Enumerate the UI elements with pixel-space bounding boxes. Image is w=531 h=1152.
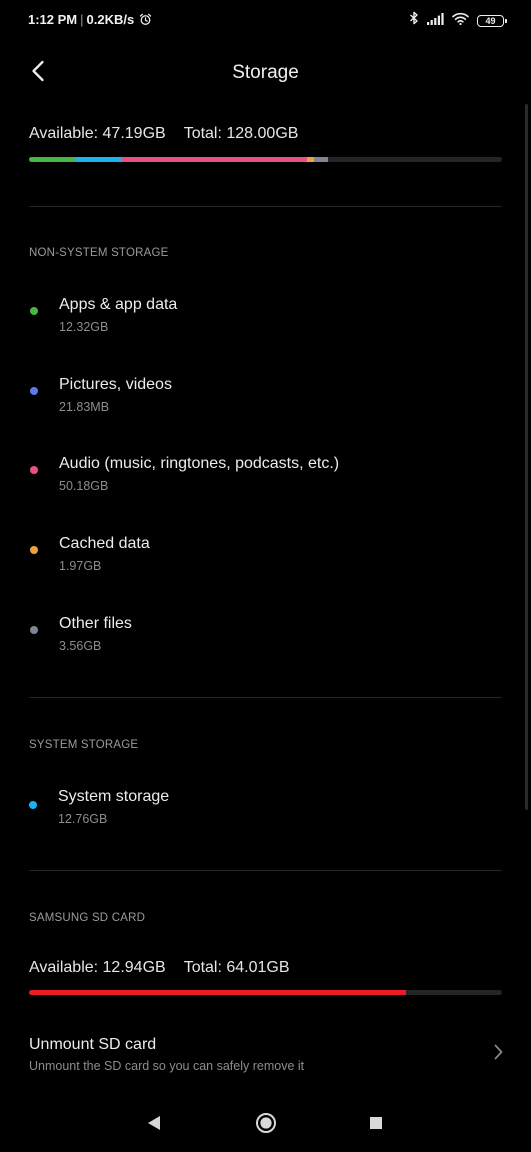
divider: [29, 697, 502, 698]
category-apps[interactable]: Apps & app data 12.32GB: [0, 290, 531, 350]
category-label: Apps & app data: [59, 296, 178, 313]
category-size: 12.32GB: [59, 320, 109, 334]
category-dot: [30, 307, 38, 315]
category-label: Cached data: [59, 535, 150, 552]
page-title: Storage: [232, 62, 299, 83]
battery-level: 49: [485, 15, 496, 26]
category-dot: [30, 546, 38, 554]
sd-card-used-segment: [29, 990, 407, 995]
battery-icon: 49: [477, 14, 507, 27]
status-separator: |: [80, 12, 84, 27]
chevron-right-icon: [494, 1044, 503, 1065]
status-left: 1:12 PM | 0.2KB/s: [28, 12, 152, 27]
category-size: 21.83MB: [59, 400, 110, 414]
unmount-title: Unmount SD card: [29, 1036, 157, 1053]
bluetooth-icon: [409, 11, 419, 30]
nav-recents-button[interactable]: [363, 1112, 389, 1138]
category-dot: [30, 466, 38, 474]
category-size: 3.56GB: [59, 639, 102, 653]
status-time: 1:12 PM: [28, 12, 78, 27]
status-bar: 1:12 PM | 0.2KB/s 49: [0, 0, 531, 40]
category-other-files[interactable]: Other files 3.56GB: [0, 609, 531, 669]
category-cached-data[interactable]: Cached data 1.97GB: [0, 529, 531, 589]
alarm-icon: [139, 13, 152, 26]
category-label: Other files: [59, 615, 132, 632]
storage-bar-segment: [29, 157, 75, 162]
category-size: 1.97GB: [59, 559, 102, 573]
category-label: System storage: [58, 788, 170, 805]
home-circle-icon: [255, 1112, 277, 1139]
category-dot: [30, 626, 38, 634]
unmount-subtitle: Unmount the SD card so you can safely re…: [29, 1059, 305, 1073]
internal-available: Available: 47.19GB: [29, 125, 166, 142]
storage-bar-segment: [307, 157, 315, 162]
category-size: 50.18GB: [59, 479, 109, 493]
category-label: Pictures, videos: [59, 376, 172, 393]
signal-icon: [427, 12, 444, 30]
sd-card-header: SAMSUNG SD CARD: [29, 912, 146, 924]
sd-card-available: Available: 12.94GB: [29, 959, 166, 976]
category-dot: [29, 801, 37, 809]
nav-home-button[interactable]: [253, 1112, 279, 1138]
storage-bar-segment: [314, 157, 328, 162]
internal-storage-bar: [29, 157, 502, 162]
category-pictures-videos[interactable]: Pictures, videos 21.83MB: [0, 370, 531, 430]
divider: [29, 206, 502, 207]
storage-bar-segment: [121, 157, 308, 162]
app-header: Storage: [0, 52, 531, 94]
category-audio[interactable]: Audio (music, ringtones, podcasts, etc.)…: [0, 449, 531, 509]
unmount-sd-card-item[interactable]: Unmount SD card Unmount the SD card so y…: [0, 1030, 531, 1086]
back-triangle-icon: [147, 1115, 161, 1136]
internal-total: Total: 128.00GB: [183, 125, 299, 142]
category-dot: [30, 387, 38, 395]
category-size: 12.76GB: [58, 812, 108, 826]
sd-card-total: Total: 64.01GB: [183, 959, 290, 976]
sd-card-storage-bar: [29, 990, 502, 995]
non-system-storage-header: NON-SYSTEM STORAGE: [29, 247, 169, 259]
wifi-icon: [452, 12, 469, 30]
nav-back-button[interactable]: [141, 1112, 167, 1138]
recents-square-icon: [369, 1116, 383, 1135]
storage-bar-segment: [74, 157, 122, 162]
category-label: Audio (music, ringtones, podcasts, etc.): [59, 455, 340, 472]
navigation-bar: [0, 1100, 531, 1152]
network-speed: 0.2KB/s: [86, 12, 135, 27]
divider: [29, 870, 502, 871]
internal-storage-summary: Available: 47.19GB Total: 128.00GB: [29, 125, 298, 143]
status-right: 49: [409, 11, 507, 30]
category-system-storage[interactable]: System storage 12.76GB: [0, 782, 531, 842]
system-storage-header: SYSTEM STORAGE: [29, 739, 139, 751]
sd-card-summary: Available: 12.94GB Total: 64.01GB: [29, 959, 290, 977]
